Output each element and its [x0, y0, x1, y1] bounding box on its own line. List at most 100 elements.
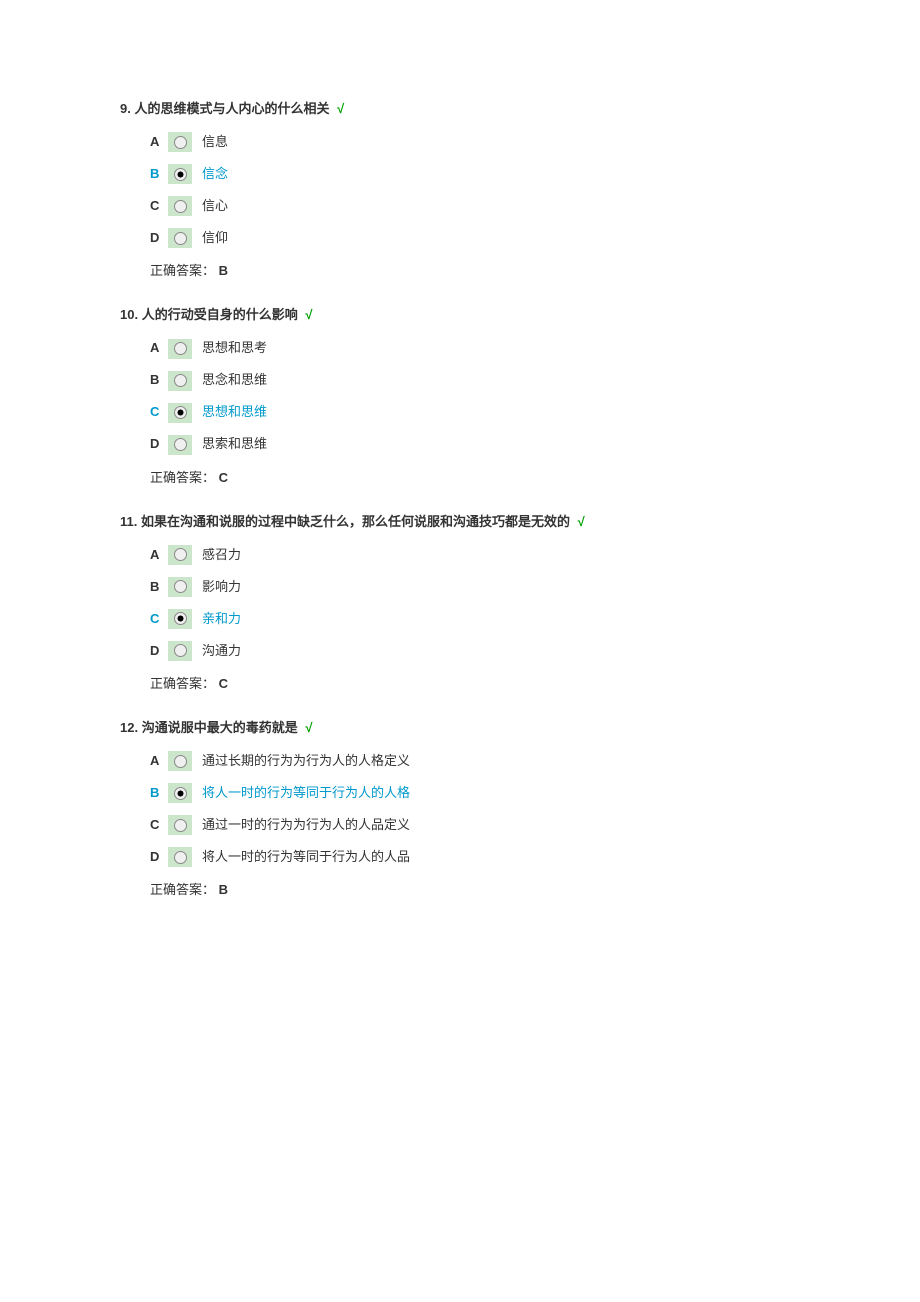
option-letter: B — [150, 165, 164, 183]
radio-button[interactable] — [168, 132, 192, 152]
radio-button[interactable] — [168, 751, 192, 771]
option-row: C亲和力 — [150, 609, 800, 629]
question: 10. 人的行动受自身的什么影响 √ A 思想和思考 B 思念和思维 C 思想和思维 D 思索和… — [120, 306, 800, 486]
option-row: C 思想和思维 — [150, 403, 800, 423]
option-letter: C — [150, 197, 164, 215]
question-title: 12. 沟通说服中最大的毒药就是 √ — [120, 719, 800, 737]
option-text: 思想和思考 — [202, 339, 267, 357]
option-row: B 思念和思维 — [150, 371, 800, 391]
option-text: 将人一时的行为等同于行为人的人格 — [202, 784, 410, 802]
option-text: 通过长期的行为为行为人的人格定义 — [202, 752, 410, 770]
option-letter: A — [150, 339, 164, 357]
radio-button[interactable] — [168, 641, 192, 661]
radio-button[interactable] — [168, 577, 192, 597]
option-row: A 思想和思考 — [150, 339, 800, 359]
radio-dot-icon — [174, 548, 187, 561]
radio-dot-icon — [174, 438, 187, 451]
option-letter: C — [150, 816, 164, 834]
answer-label: 正确答案： — [150, 676, 215, 691]
radio-button[interactable] — [168, 228, 192, 248]
option-text: 将人一时的行为等同于行为人的人品 — [202, 848, 410, 866]
answer-value: C — [215, 676, 228, 691]
option-letter: A — [150, 133, 164, 151]
radio-button[interactable] — [168, 545, 192, 565]
option-letter: D — [150, 435, 164, 453]
option-letter: D — [150, 229, 164, 247]
option-row: B 将人一时的行为等同于行为人的人格 — [150, 783, 800, 803]
correct-answer: 正确答案： B — [150, 262, 800, 280]
question-number: 9. — [120, 101, 131, 116]
option-row: B 信念 — [150, 164, 800, 184]
option-text: 思想和思维 — [202, 403, 267, 421]
option-letter: C — [150, 403, 164, 421]
option-row: A 通过长期的行为为行为人的人格定义 — [150, 751, 800, 771]
radio-button[interactable] — [168, 847, 192, 867]
quiz-container: 9. 人的思维模式与人内心的什么相关 √A信息B信念C信心D信仰正确答案： B1… — [120, 100, 800, 900]
option-text: 思索和思维 — [202, 435, 267, 453]
option-text: 感召力 — [202, 546, 241, 564]
option-letter: B — [150, 578, 164, 596]
answer-label: 正确答案： — [150, 882, 215, 897]
radio-dot-icon — [174, 168, 187, 181]
question: 11. 如果在沟通和说服的过程中缺乏什么，那么任何说服和沟通技巧都是无效的 √ A… — [120, 513, 800, 693]
radio-button[interactable] — [168, 815, 192, 835]
answer-label: 正确答案： — [150, 470, 215, 485]
radio-dot-icon — [174, 406, 187, 419]
answer-label: 正确答案： — [150, 263, 215, 278]
radio-dot-icon — [174, 787, 187, 800]
radio-dot-icon — [174, 136, 187, 149]
option-letter: D — [150, 642, 164, 660]
option-row: B 影响力 — [150, 577, 800, 597]
option-text: 信仰 — [202, 229, 228, 247]
option-letter: A — [150, 546, 164, 564]
radio-dot-icon — [174, 580, 187, 593]
question-text: 人的思维模式与人内心的什么相关 — [131, 101, 330, 116]
radio-dot-icon — [174, 200, 187, 213]
option-row: C 信心 — [150, 196, 800, 216]
radio-button[interactable] — [168, 164, 192, 184]
option-letter: A — [150, 752, 164, 770]
radio-dot-icon — [174, 644, 187, 657]
question-title: 10. 人的行动受自身的什么影响 √ — [120, 306, 800, 324]
question-text: 沟通说服中最大的毒药就是 — [138, 720, 298, 735]
option-letter: D — [150, 848, 164, 866]
radio-button[interactable] — [168, 783, 192, 803]
question: 9. 人的思维模式与人内心的什么相关 √ A 信息 B 信念 C 信心 D 信仰正确答案： B — [120, 100, 800, 280]
question-number: 10. — [120, 307, 138, 322]
option-letter: B — [150, 784, 164, 802]
correct-answer: 正确答案： C — [150, 675, 800, 693]
option-text: 影响力 — [202, 578, 241, 596]
question-text: 如果在沟通和说服的过程中缺乏什么，那么任何说服和沟通技巧都是无效的 — [137, 514, 570, 529]
question: 12. 沟通说服中最大的毒药就是 √ A 通过长期的行为为行为人的人格定义 B 将人一时… — [120, 719, 800, 899]
question-number: 12. — [120, 720, 138, 735]
question-title: 9. 人的思维模式与人内心的什么相关 √ — [120, 100, 800, 118]
check-icon: √ — [574, 514, 585, 529]
option-text: 信息 — [202, 133, 228, 151]
radio-dot-icon — [174, 342, 187, 355]
radio-dot-icon — [174, 819, 187, 832]
option-letter: B — [150, 371, 164, 389]
option-row: C 通过一时的行为为行为人的人品定义 — [150, 815, 800, 835]
radio-button[interactable] — [168, 196, 192, 216]
option-text: 信心 — [202, 197, 228, 215]
radio-button[interactable] — [168, 371, 192, 391]
option-text: 通过一时的行为为行为人的人品定义 — [202, 816, 410, 834]
check-icon: √ — [302, 307, 313, 322]
check-icon: √ — [302, 720, 313, 735]
option-letter: C — [150, 610, 164, 628]
radio-dot-icon — [174, 755, 187, 768]
question-number: 11. — [120, 514, 137, 529]
radio-dot-icon — [174, 374, 187, 387]
option-row: D沟通力 — [150, 641, 800, 661]
answer-value: B — [215, 882, 228, 897]
check-icon: √ — [333, 101, 344, 116]
radio-button[interactable] — [168, 609, 192, 629]
option-text: 信念 — [202, 165, 228, 183]
radio-button[interactable] — [168, 403, 192, 423]
option-text: 思念和思维 — [202, 371, 267, 389]
option-row: D 信仰 — [150, 228, 800, 248]
radio-button[interactable] — [168, 435, 192, 455]
radio-button[interactable] — [168, 339, 192, 359]
radio-dot-icon — [174, 612, 187, 625]
option-row: D 思索和思维 — [150, 435, 800, 455]
